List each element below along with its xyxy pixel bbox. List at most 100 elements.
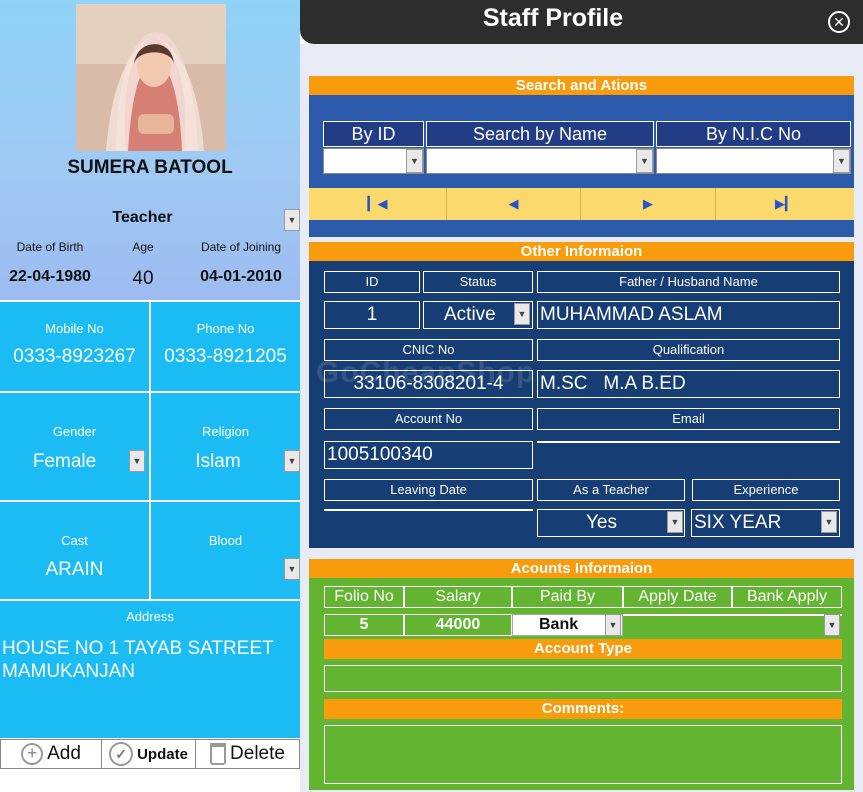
status-dropdown-button[interactable]: ▼ (514, 303, 530, 325)
qualification-label: Qualification (537, 339, 840, 361)
comments-label: Comments: (324, 699, 842, 719)
email-label: Email (537, 408, 840, 430)
search-id-select[interactable]: ▼ (323, 148, 424, 174)
as-teacher-dropdown-button[interactable]: ▼ (667, 511, 683, 533)
age-value: 40 (132, 268, 154, 289)
apply-date-value[interactable] (623, 614, 732, 616)
blood-label: Blood (208, 533, 243, 548)
id-value[interactable]: 1 (324, 301, 420, 329)
other-section-title: Other Informaion (309, 242, 854, 261)
experience-select[interactable]: SIX YEAR (691, 509, 840, 537)
delete-button-label: Delete (230, 743, 285, 764)
update-button[interactable]: ✓ Update (101, 739, 196, 769)
search-nic-select[interactable]: ▼ (656, 148, 851, 174)
delete-button[interactable]: Delete (195, 739, 300, 769)
as-teacher-label: As a Teacher (537, 479, 685, 501)
trash-icon (210, 743, 227, 765)
apply-date-label: Apply Date (623, 586, 732, 608)
blood-dropdown-button[interactable]: ▼ (284, 558, 300, 580)
first-record-button[interactable]: ▎◀ (309, 188, 447, 220)
update-button-label: Update (137, 745, 188, 763)
salary-value[interactable]: 44000 (404, 614, 512, 636)
close-icon[interactable]: ✕ (828, 11, 850, 33)
accounts-section-title: Acounts Informaion (309, 559, 854, 578)
folio-value[interactable]: 5 (324, 614, 404, 636)
chevron-down-icon: ▼ (608, 620, 618, 630)
mobile-label: Mobile No (45, 321, 104, 336)
doj-value: 04-01-2010 (200, 268, 282, 285)
leaving-date-value[interactable] (324, 509, 533, 511)
paid-by-value: Bank (539, 616, 579, 633)
add-icon: + (21, 743, 44, 765)
father-value[interactable]: MUHAMMAD ASLAM (537, 301, 840, 329)
status-label: Status (423, 271, 533, 293)
check-icon: ✓ (109, 742, 134, 766)
religion-cell (151, 393, 300, 500)
phone-value[interactable]: 0333-8921205 (151, 346, 300, 368)
experience-label: Experience (692, 479, 840, 501)
last-record-button[interactable]: ▶▎ (716, 188, 854, 220)
chevron-down-icon[interactable]: ▼ (833, 149, 850, 173)
next-icon: ▶ (643, 196, 653, 211)
first-record-icon: ▎◀ (367, 196, 388, 211)
staff-name: SUMERA BATOOL (67, 157, 233, 178)
as-teacher-value: Yes (586, 512, 617, 533)
chevron-down-icon[interactable]: ▼ (636, 149, 653, 173)
dob-label: Date of Birth (16, 240, 84, 254)
age-label: Age (132, 240, 154, 254)
status-value: Active (444, 304, 496, 325)
leaving-date-label: Leaving Date (324, 479, 533, 501)
salary-label: Salary (404, 586, 512, 608)
profile-photo (76, 4, 226, 151)
designation-value: Teacher (112, 209, 173, 226)
last-record-icon: ▶▎ (775, 196, 795, 211)
address-label: Address (126, 609, 174, 624)
bank-apply-label: Bank Apply (732, 586, 842, 608)
account-no-value[interactable]: 1005100340 (324, 441, 533, 469)
dob-value: 22-04-1980 (9, 268, 91, 285)
gender-value[interactable]: Female (0, 451, 129, 473)
qualification-value[interactable]: M.SC M.A B.ED (537, 370, 840, 398)
gender-label: Gender (52, 424, 97, 439)
chevron-down-icon: ▼ (670, 517, 680, 527)
account-type-label: Account Type (324, 639, 842, 659)
experience-dropdown-button[interactable]: ▼ (821, 511, 837, 533)
add-button[interactable]: + Add (0, 739, 102, 769)
paid-by-label: Paid By (512, 586, 623, 608)
cast-value[interactable]: ARAIN (0, 559, 149, 581)
next-record-button[interactable]: ▶ (581, 188, 716, 220)
email-value[interactable] (537, 441, 840, 443)
chevron-down-icon: ▼ (824, 517, 834, 527)
cast-cell (0, 502, 149, 599)
mobile-value[interactable]: 0333-8923267 (0, 346, 149, 368)
id-label: ID (324, 271, 420, 293)
comments-field[interactable] (324, 725, 842, 784)
phone-label: Phone No (196, 321, 255, 336)
religion-dropdown-button[interactable]: ▼ (284, 450, 300, 472)
chevron-down-icon: ▼ (517, 309, 527, 319)
by-nic-header: By N.I.C No (656, 121, 851, 147)
gender-cell (0, 393, 149, 500)
father-label: Father / Husband Name (537, 271, 840, 293)
search-section-title: Search and Ations (309, 76, 854, 95)
chevron-down-icon[interactable]: ▼ (406, 149, 423, 173)
experience-value: SIX YEAR (694, 512, 782, 533)
cast-label: Cast (61, 533, 88, 548)
bank-apply-dropdown-button[interactable]: ▼ (824, 614, 840, 636)
chevron-down-icon: ▼ (827, 620, 837, 630)
account-no-label: Account No (324, 408, 533, 430)
previous-record-button[interactable]: ◀ (447, 188, 581, 220)
account-type-field[interactable] (324, 665, 842, 692)
designation-dropdown-button[interactable]: ▼ (284, 209, 300, 231)
search-name-select[interactable]: ▼ (426, 148, 654, 174)
previous-icon: ◀ (508, 196, 519, 211)
gender-dropdown-button[interactable]: ▼ (129, 450, 145, 472)
religion-label: Religion (202, 424, 249, 439)
as-teacher-select[interactable]: Yes (537, 509, 685, 537)
watermark: GoCheapShop (316, 356, 536, 389)
window-title: Staff Profile (482, 4, 624, 32)
address-value[interactable]: HOUSE NO 1 TAYAB SATREET MAMUKANJAN (2, 637, 298, 683)
religion-value[interactable]: Islam (151, 451, 285, 473)
paid-by-dropdown-button[interactable]: ▼ (605, 614, 621, 636)
blood-cell (151, 502, 300, 599)
